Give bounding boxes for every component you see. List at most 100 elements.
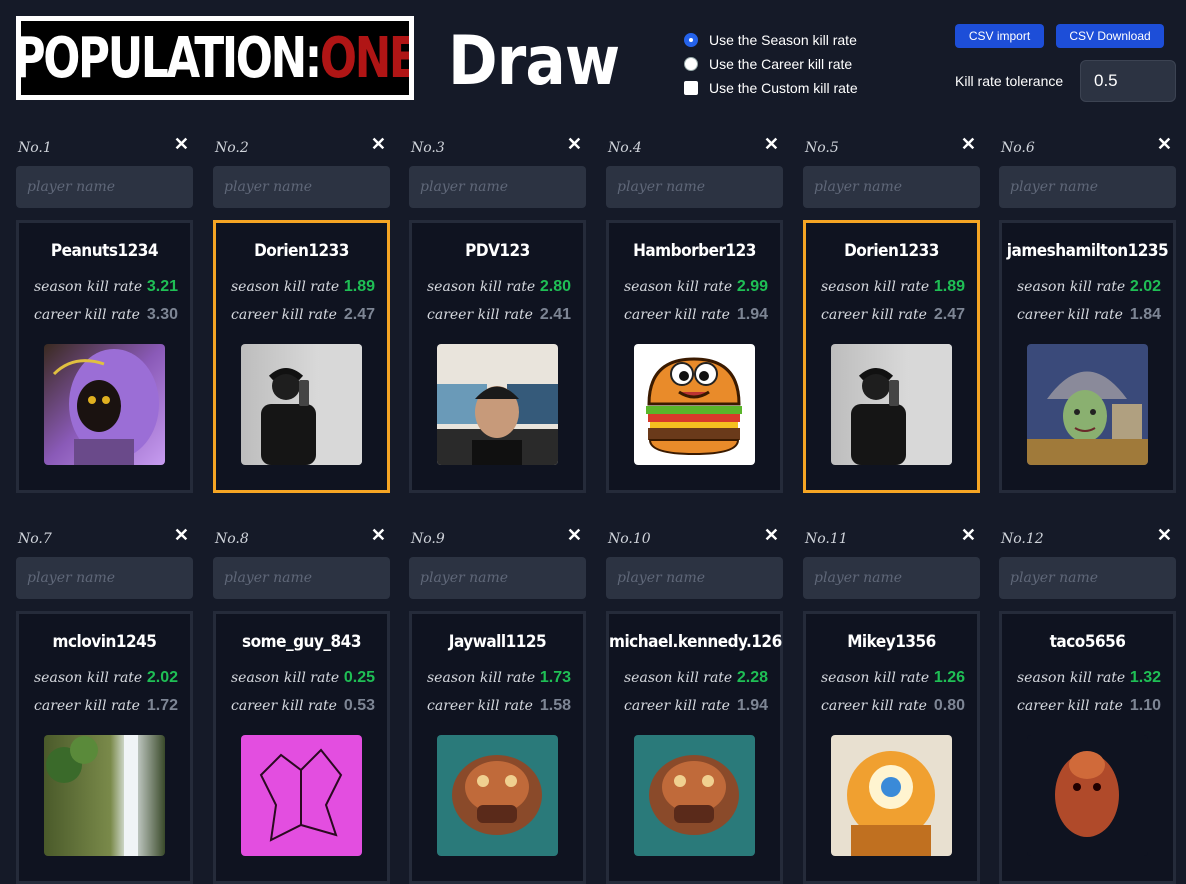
player-name: some_guy_843 (242, 632, 361, 652)
season-kill-rate-row: season kill rate 2.99 (624, 276, 768, 298)
player-card[interactable]: mclovin1245 season kill rate 2.02 career… (16, 611, 193, 884)
player-name-input[interactable]: player name (999, 557, 1176, 599)
career-kill-rate-value: 1.58 (539, 697, 571, 714)
player-card[interactable]: Dorien1233 season kill rate 1.89 career … (803, 220, 980, 493)
season-kill-rate-value: 2.02 (146, 669, 178, 686)
pink-sketch-avatar (241, 735, 362, 856)
slot-number: No.6 (1001, 140, 1035, 156)
career-kill-rate-value: 1.94 (736, 697, 768, 714)
career-kill-rate-label: career kill rate (1017, 698, 1123, 714)
season-radio[interactable] (684, 33, 698, 47)
player-name-input[interactable]: player name (803, 166, 980, 208)
close-icon[interactable]: ✕ (764, 134, 779, 155)
career-kill-rate-row: career kill rate 1.84 (1017, 304, 1161, 326)
season-kill-rate-label: season kill rate (427, 279, 536, 295)
custom-kill-rate-option[interactable]: Use the Custom kill rate (684, 76, 858, 100)
career-kill-rate-label: career kill rate (427, 698, 533, 714)
mirror-selfie-avatar (241, 344, 362, 465)
player-card[interactable]: Dorien1233 season kill rate 1.89 career … (213, 220, 390, 493)
close-icon[interactable]: ✕ (174, 525, 189, 546)
close-icon[interactable]: ✕ (371, 525, 386, 546)
player-name-input[interactable]: player name (409, 557, 586, 599)
close-icon[interactable]: ✕ (764, 525, 779, 546)
close-icon[interactable]: ✕ (567, 525, 582, 546)
player-name-input[interactable]: player name (16, 557, 193, 599)
season-kill-rate-value: 2.99 (736, 278, 768, 295)
close-icon[interactable]: ✕ (1157, 525, 1172, 546)
player-name: Dorien1233 (254, 241, 349, 261)
slot-number: No.2 (215, 140, 249, 156)
close-icon[interactable]: ✕ (1157, 134, 1172, 155)
player-name-input[interactable]: player name (606, 166, 783, 208)
career-kill-rate-row: career kill rate 2.41 (427, 304, 571, 326)
season-kill-rate-label: season kill rate (821, 670, 930, 686)
tolerance-label: Kill rate tolerance (955, 73, 1064, 89)
player-name-input[interactable]: player name (213, 557, 390, 599)
red-creature-avatar (1027, 735, 1148, 856)
mirror-selfie-avatar (831, 344, 952, 465)
career-kill-rate-label: career kill rate (821, 307, 927, 323)
season-kill-rate-row: season kill rate 2.02 (1017, 276, 1161, 298)
close-icon[interactable]: ✕ (174, 134, 189, 155)
purple-hood-avatar (44, 344, 165, 465)
season-kill-rate-label: season kill rate (34, 670, 143, 686)
career-kill-rate-value: 1.84 (1129, 306, 1161, 323)
player-name: Jaywall1125 (448, 632, 547, 652)
season-kill-rate-label: season kill rate (821, 279, 930, 295)
player-name: PDV123 (465, 241, 530, 261)
player-card[interactable]: taco5656 season kill rate 1.32 career ki… (999, 611, 1176, 884)
tolerance-input[interactable]: 0.5 (1080, 60, 1176, 102)
career-kill-rate-value: 3.30 (146, 306, 178, 323)
career-kill-rate-row: career kill rate 1.94 (624, 304, 768, 326)
close-icon[interactable]: ✕ (961, 525, 976, 546)
player-card[interactable]: Hamborber123 season kill rate 2.99 caree… (606, 220, 783, 493)
player-card[interactable]: some_guy_843 season kill rate 0.25 caree… (213, 611, 390, 884)
slot-number: No.7 (18, 531, 52, 547)
waterfall-avatar (44, 735, 165, 856)
season-kill-rate-row: season kill rate 2.02 (34, 667, 178, 689)
csv-import-button[interactable]: CSV import (955, 24, 1044, 48)
career-kill-rate-row: career kill rate 1.72 (34, 695, 178, 717)
season-kill-rate-value: 1.26 (933, 669, 965, 686)
player-name-input[interactable]: player name (213, 166, 390, 208)
close-icon[interactable]: ✕ (371, 134, 386, 155)
close-icon[interactable]: ✕ (961, 134, 976, 155)
csv-download-button[interactable]: CSV Download (1056, 24, 1164, 48)
season-kill-rate-value: 1.73 (539, 669, 571, 686)
season-kill-rate-row: season kill rate 1.73 (427, 667, 571, 689)
career-kill-rate-row: career kill rate 3.30 (34, 304, 178, 326)
player-name-input[interactable]: player name (999, 166, 1176, 208)
player-name: Dorien1233 (844, 241, 939, 261)
career-kill-rate-label: career kill rate (34, 698, 140, 714)
player-name: michael.kennedy.126 (609, 632, 782, 652)
teal-creature-avatar (437, 735, 558, 856)
season-kill-rate-option[interactable]: Use the Season kill rate (684, 28, 858, 52)
season-kill-rate-label: season kill rate (231, 670, 340, 686)
player-name-input[interactable]: player name (803, 557, 980, 599)
player-name-input[interactable]: player name (16, 166, 193, 208)
career-kill-rate-value: 2.41 (539, 306, 571, 323)
season-kill-rate-label: season kill rate (1017, 670, 1126, 686)
career-kill-rate-row: career kill rate 1.58 (427, 695, 571, 717)
player-name-input[interactable]: player name (409, 166, 586, 208)
player-card[interactable]: michael.kennedy.126 season kill rate 2.2… (606, 611, 783, 884)
close-icon[interactable]: ✕ (567, 134, 582, 155)
career-kill-rate-option[interactable]: Use the Career kill rate (684, 52, 858, 76)
player-card[interactable]: jameshamilton1235 season kill rate 2.02 … (999, 220, 1176, 493)
painted-witch-avatar (1027, 344, 1148, 465)
custom-option-label: Use the Custom kill rate (709, 80, 858, 96)
season-kill-rate-value: 2.02 (1129, 278, 1161, 295)
season-kill-rate-label: season kill rate (1017, 279, 1126, 295)
season-kill-rate-value: 1.89 (933, 278, 965, 295)
slot-number: No.5 (805, 140, 839, 156)
player-card[interactable]: PDV123 season kill rate 2.80 career kill… (409, 220, 586, 493)
season-kill-rate-label: season kill rate (34, 279, 143, 295)
player-name: taco5656 (1049, 632, 1126, 652)
player-name-input[interactable]: player name (606, 557, 783, 599)
career-kill-rate-value: 0.53 (343, 697, 375, 714)
player-card[interactable]: Jaywall1125 season kill rate 1.73 career… (409, 611, 586, 884)
player-card[interactable]: Peanuts1234 season kill rate 3.21 career… (16, 220, 193, 493)
career-radio[interactable] (684, 57, 698, 71)
player-card[interactable]: Mikey1356 season kill rate 1.26 career k… (803, 611, 980, 884)
custom-checkbox[interactable] (684, 81, 698, 95)
